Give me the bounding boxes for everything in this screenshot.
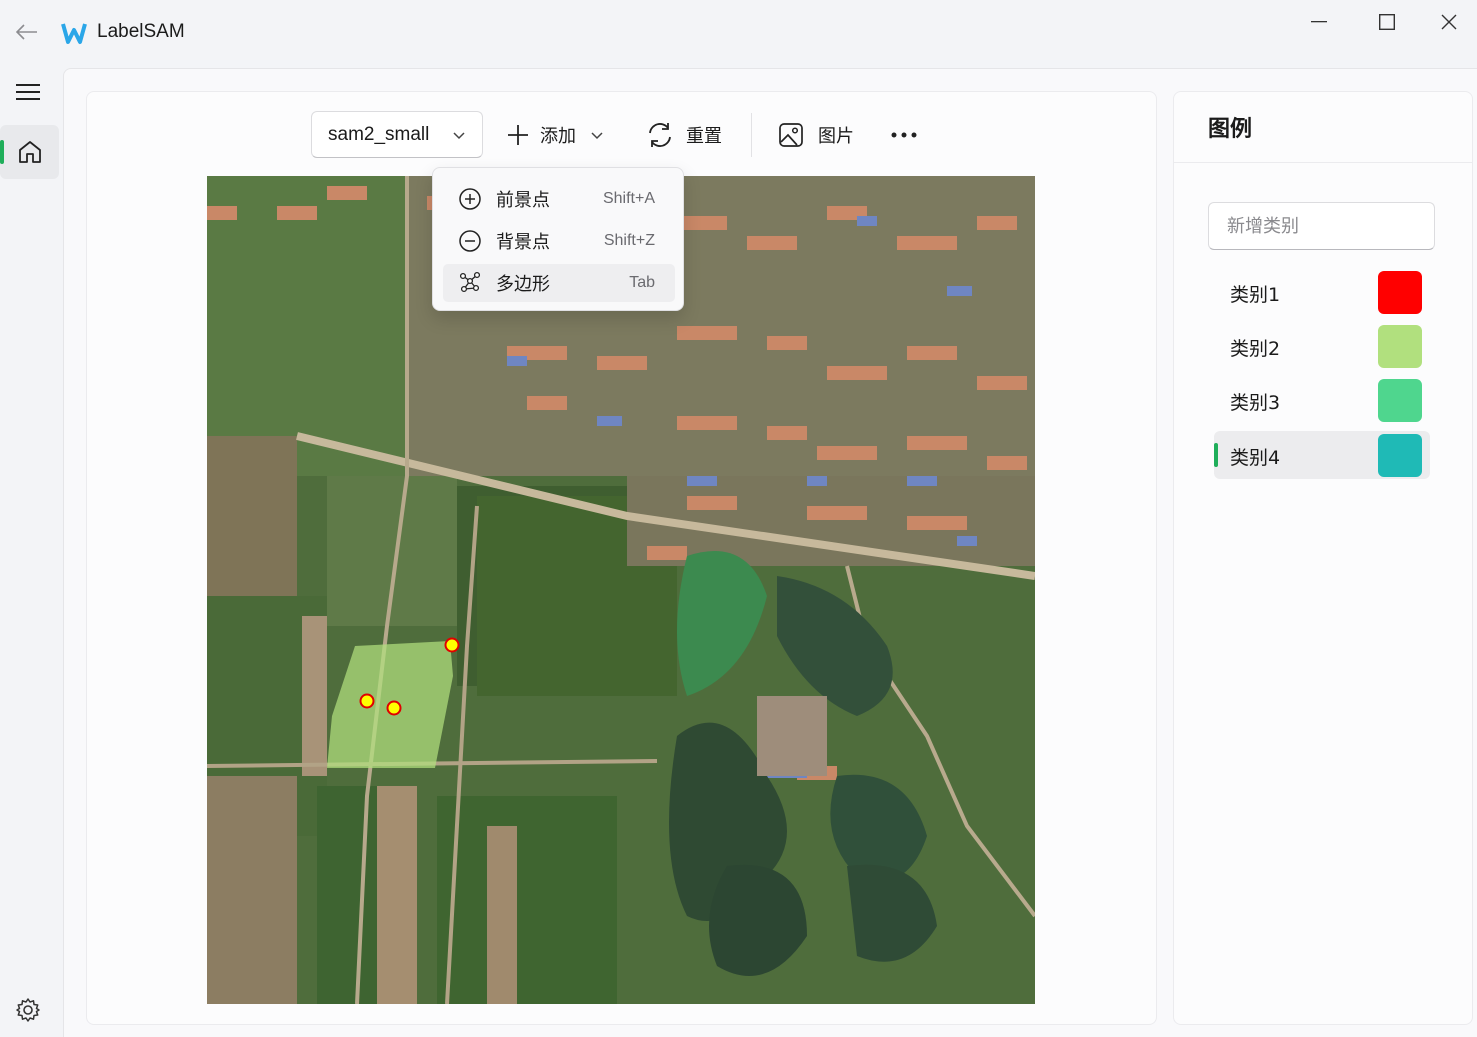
minimize-button[interactable] (1285, 0, 1353, 44)
maximize-button[interactable] (1353, 0, 1421, 44)
gear-icon (16, 998, 40, 1022)
color-swatch[interactable] (1378, 271, 1422, 314)
category-label: 类别3 (1230, 392, 1281, 414)
foreground-point (444, 637, 460, 653)
color-swatch[interactable] (1378, 434, 1422, 477)
category-item[interactable]: 类别1 (1214, 268, 1430, 316)
color-swatch[interactable] (1378, 325, 1422, 368)
category-item[interactable]: 类别2 (1214, 322, 1430, 370)
menu-item-shortcut: Shift+A (602, 190, 655, 207)
menu-item-label: 背景点 (496, 232, 550, 253)
foreground-point (386, 700, 402, 716)
minimize-icon (1311, 21, 1327, 23)
app-logo (61, 23, 87, 44)
settings-button[interactable] (10, 992, 46, 1028)
image-button-label: 图片 (818, 126, 854, 147)
arrow-left-icon (16, 24, 37, 40)
color-swatch[interactable] (1378, 379, 1422, 422)
menu-button[interactable] (6, 72, 50, 112)
image-icon (779, 123, 803, 147)
legend-divider (1174, 162, 1472, 163)
nav-item-home[interactable] (0, 125, 59, 179)
new-category-input[interactable] (1208, 202, 1435, 250)
close-icon (1441, 14, 1457, 30)
selection-indicator (1214, 443, 1218, 467)
reset-button[interactable]: 重置 (646, 113, 722, 157)
category-label: 类别1 (1230, 284, 1281, 306)
legend-title: 图例 (1208, 117, 1253, 142)
add-button[interactable]: 添加 (506, 113, 604, 157)
app-title: LabelSAM (97, 21, 185, 42)
menu-item-shortcut: Shift+Z (603, 232, 655, 249)
model-select[interactable]: sam2_small (311, 111, 483, 158)
reset-button-label: 重置 (686, 126, 722, 147)
chevron-down-icon (453, 132, 465, 140)
menu-item-polygon[interactable]: 多边形 Tab (443, 264, 675, 302)
plus-circle-icon (458, 187, 482, 211)
back-button[interactable] (12, 18, 42, 46)
foreground-point (359, 693, 375, 709)
category-label: 类别4 (1230, 447, 1281, 469)
menu-item-label: 前景点 (496, 190, 550, 211)
maximize-icon (1379, 14, 1395, 30)
more-icon (891, 132, 917, 138)
minus-circle-icon (458, 229, 482, 253)
menu-item-foreground-point[interactable]: 前景点 Shift+A (443, 180, 675, 218)
close-button[interactable] (1421, 0, 1477, 44)
polygon-icon (458, 271, 482, 295)
category-item-selected[interactable]: 类别4 (1214, 431, 1430, 479)
chevron-down-icon (591, 132, 603, 140)
image-button[interactable]: 图片 (778, 113, 854, 157)
hamburger-icon (16, 84, 40, 100)
add-menu: 前景点 Shift+A 背景点 Shift+Z 多边形 Tab (432, 167, 684, 311)
plus-icon (508, 125, 528, 145)
home-icon (18, 141, 41, 163)
title-bar: LabelSAM (0, 0, 1477, 66)
menu-item-shortcut: Tab (629, 274, 655, 291)
model-select-value: sam2_small (328, 123, 430, 145)
toolbar-separator (751, 113, 752, 157)
category-item[interactable]: 类别3 (1214, 376, 1430, 424)
menu-item-background-point[interactable]: 背景点 Shift+Z (443, 222, 675, 260)
refresh-icon (649, 123, 671, 147)
menu-item-label: 多边形 (496, 274, 550, 295)
add-button-label: 添加 (540, 126, 576, 147)
category-label: 类别2 (1230, 338, 1281, 360)
selection-indicator (0, 140, 4, 164)
more-button[interactable] (890, 113, 924, 157)
